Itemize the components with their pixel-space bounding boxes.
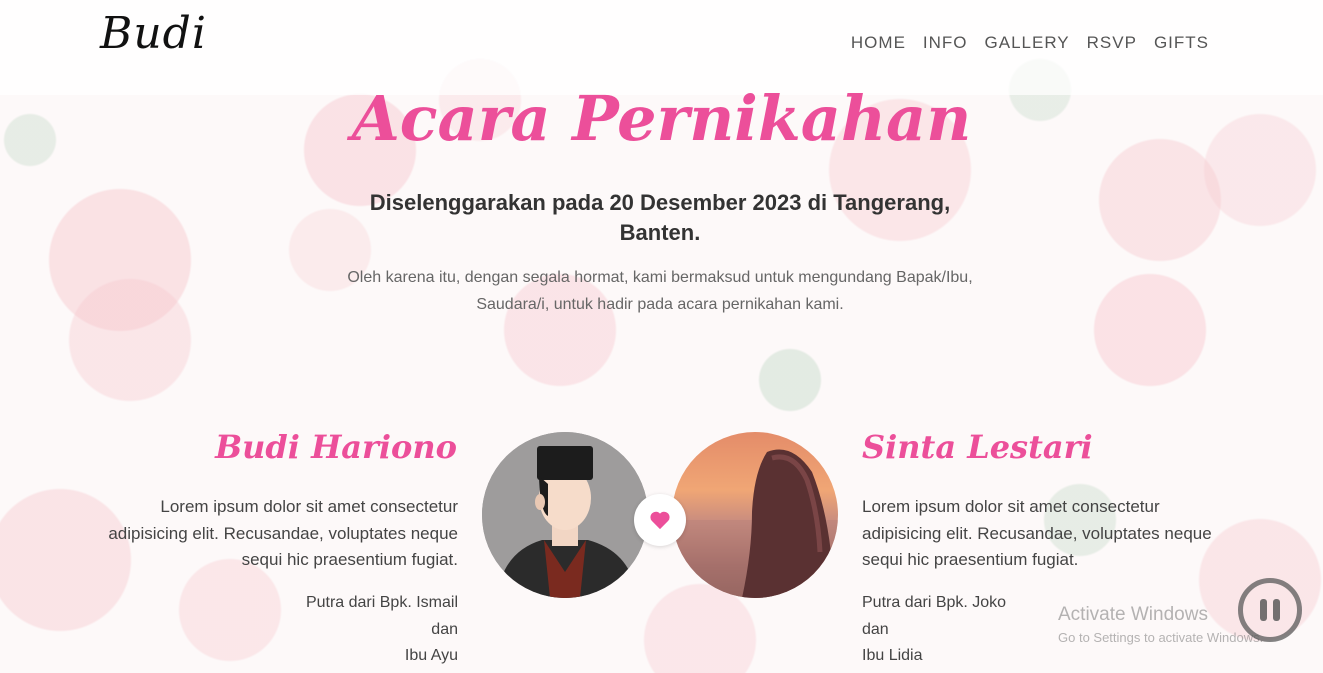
groom-photo [482, 432, 648, 598]
pause-icon [1273, 599, 1280, 621]
bride-name: Sinta Lestari [862, 428, 1093, 466]
bride-description: Lorem ipsum dolor sit amet consectetur a… [862, 497, 1212, 569]
bride-photo [672, 432, 838, 598]
groom-parents: Putra dari Bpk. Ismail dan Ibu Ayu [158, 590, 458, 670]
info-section: Acara Pernikahan Diselenggarakan pada 20… [0, 0, 1323, 673]
groom-parents-line: dan [431, 620, 458, 638]
heart-icon [650, 511, 670, 530]
invitation-text: Oleh karena itu, dengan segala hormat, k… [347, 269, 973, 313]
groom-name: Budi Hariono [215, 428, 457, 466]
bride-parents-line: Ibu Lidia [862, 647, 923, 664]
watermark-subtitle: Go to Settings to activate Windows. [1058, 630, 1264, 645]
heart-button[interactable] [634, 494, 686, 546]
watermark-title: Activate Windows [1058, 604, 1208, 625]
pause-icon [1260, 599, 1267, 621]
groom-description: Lorem ipsum dolor sit amet consectetur a… [108, 497, 458, 569]
groom-parents-line: Ibu Ayu [404, 647, 458, 664]
music-pause-button[interactable] [1238, 578, 1302, 642]
activate-windows-watermark: Activate Windows Go to Settings to activ… [1058, 604, 1263, 645]
groom-avatar-illustration [482, 432, 648, 598]
groom-parents-line: Putra dari Bpk. Ismail [305, 594, 458, 611]
bride-photo-illustration [672, 449, 838, 598]
section-title: Acara Pernikahan [351, 82, 972, 155]
event-date-location: Diselenggarakan pada 20 Desember 2023 di… [369, 190, 951, 245]
